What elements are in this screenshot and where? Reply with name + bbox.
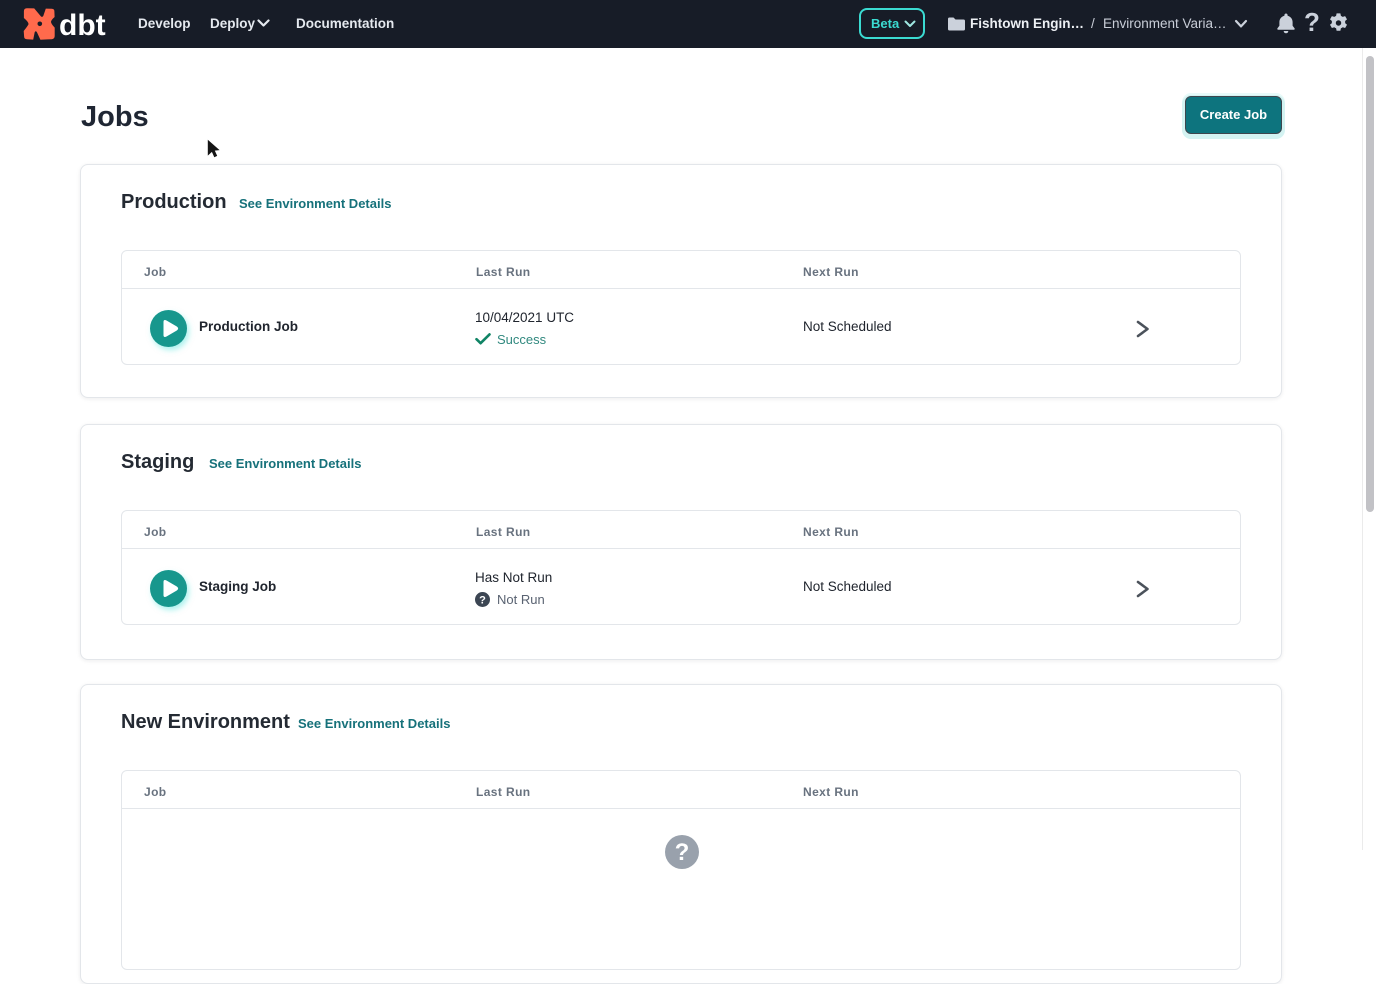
svg-text:?: ? bbox=[675, 839, 690, 866]
svg-text:?: ? bbox=[479, 594, 486, 606]
